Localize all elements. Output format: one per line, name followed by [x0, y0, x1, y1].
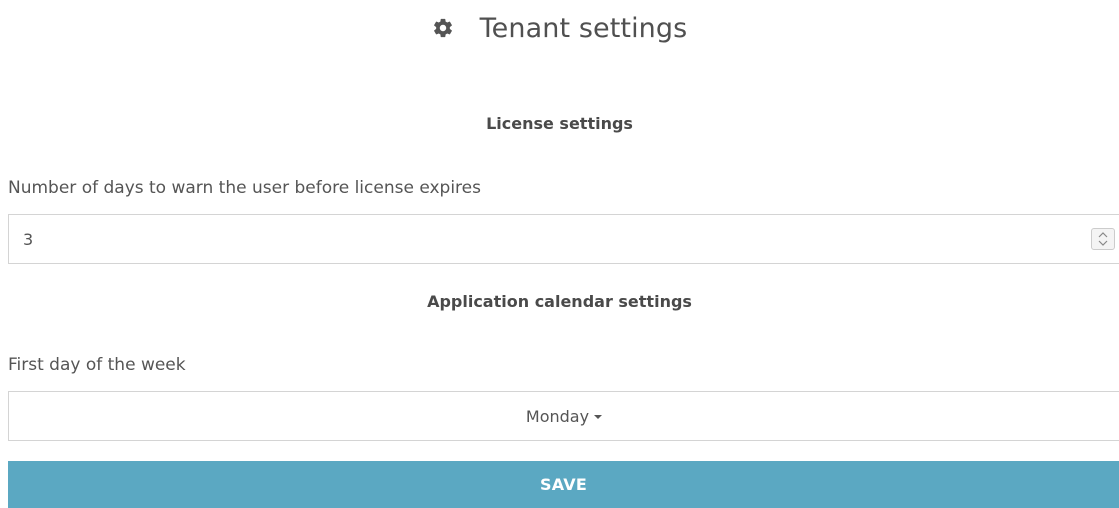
days-warning-label: Number of days to warn the user before l…	[8, 178, 481, 198]
gear-icon	[432, 17, 454, 39]
number-spinner[interactable]	[1091, 228, 1115, 250]
first-day-select[interactable]: Monday	[8, 391, 1119, 441]
first-day-label: First day of the week	[8, 355, 186, 375]
page-header: Tenant settings	[0, 8, 1119, 48]
chevron-down-icon	[594, 415, 603, 419]
first-day-value: Monday	[525, 406, 590, 426]
calendar-settings-heading: Application calendar settings	[427, 292, 692, 311]
save-button[interactable]: SAVE	[8, 461, 1119, 508]
days-warning-value: 3	[23, 229, 34, 249]
page-title: Tenant settings	[479, 12, 688, 44]
days-warning-input[interactable]: 3	[8, 214, 1119, 264]
spinner-down-icon[interactable]	[1098, 240, 1108, 246]
tenant-settings-page: Tenant settings License settings Number …	[0, 0, 1119, 508]
spinner-up-icon[interactable]	[1098, 232, 1108, 238]
license-settings-heading: License settings	[486, 114, 633, 133]
